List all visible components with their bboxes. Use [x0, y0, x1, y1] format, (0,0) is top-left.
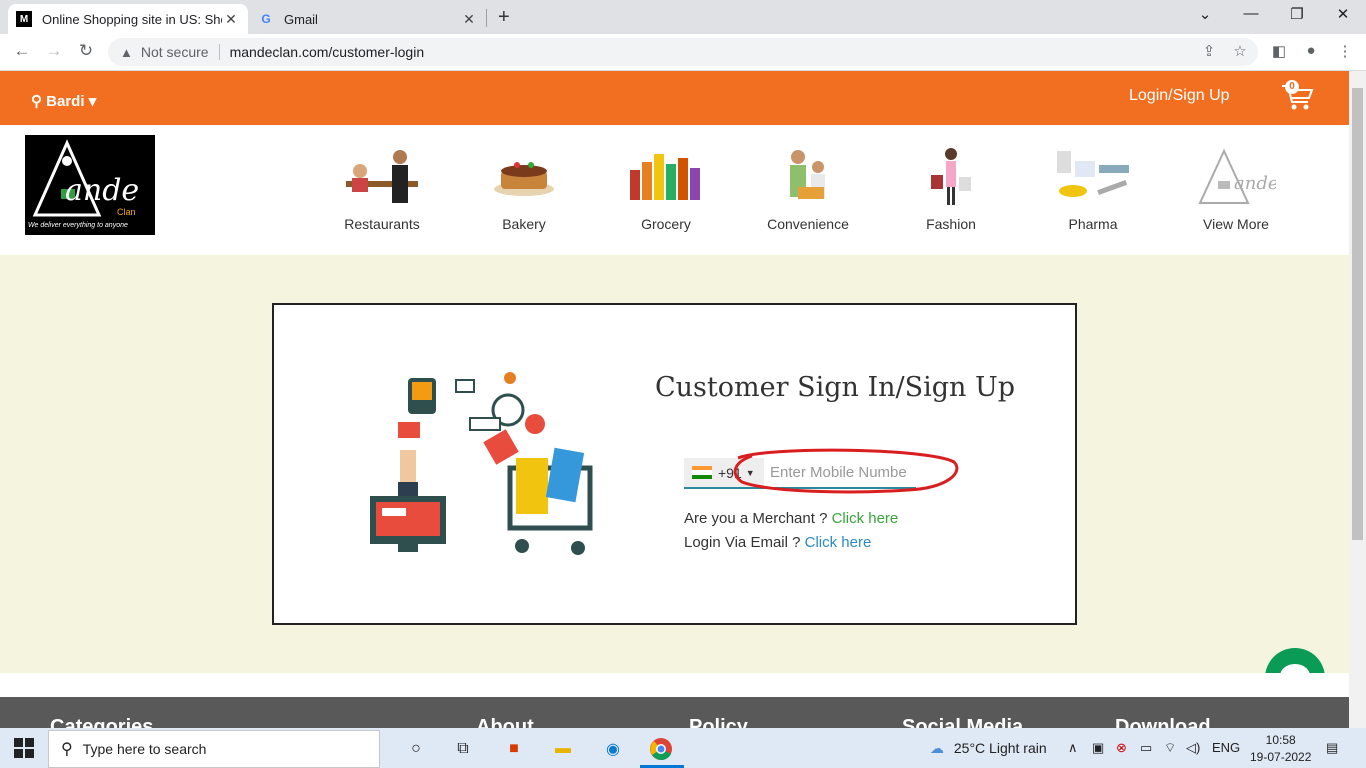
rain-cloud-icon: ☁ [930, 740, 944, 756]
category-label: Convenience [767, 216, 849, 232]
bakery-image [469, 140, 579, 212]
category-grocery[interactable]: Grocery [611, 140, 721, 232]
menu-dots-icon[interactable]: ⋮ [1334, 42, 1356, 60]
restaurants-image [327, 140, 437, 212]
location-label: Bardi [46, 93, 85, 110]
task-view-icon[interactable]: ⧉ [450, 736, 476, 762]
minimize-button[interactable]: — [1228, 5, 1274, 22]
search-icon: ⚲ [61, 741, 73, 758]
taskbar-search-box[interactable]: ⚲ Type here to search [48, 730, 380, 768]
reload-icon[interactable]: ↻ [74, 41, 98, 61]
view-more-logo-image: ande [1181, 140, 1291, 212]
logo-wordmark: ande [65, 173, 140, 208]
location-selector[interactable]: ⚲ Bardi ▾ [31, 92, 96, 110]
close-tab-icon[interactable]: ✕ [460, 11, 478, 28]
category-bakery[interactable]: Bakery [469, 140, 579, 232]
meet-icon[interactable]: ▣ [1092, 740, 1104, 756]
weather-widget[interactable]: ☁ 25°C Light rain [930, 740, 1047, 757]
convenience-image [753, 140, 863, 212]
svg-text:ande: ande [1234, 173, 1276, 194]
security-text: Not secure [140, 44, 209, 60]
bookmark-star-icon[interactable]: ☆ [1229, 42, 1251, 60]
tab-title: Online Shopping site in US: Shop [42, 11, 222, 27]
category-label: Restaurants [344, 216, 420, 232]
forward-icon[interactable]: → [42, 41, 66, 61]
share-icon[interactable]: ⇪ [1198, 42, 1220, 60]
search-placeholder: Type here to search [82, 741, 207, 757]
category-label: Pharma [1068, 216, 1118, 232]
language-indicator[interactable]: ENG [1212, 740, 1240, 755]
logo-clan: Clan [117, 207, 136, 217]
login-signup-link[interactable]: Login/Sign Up [1129, 87, 1230, 105]
logo-tagline: We deliver everything to anyone [28, 222, 128, 229]
notification-center-icon[interactable]: ▤ [1326, 740, 1338, 756]
india-flag-icon [692, 466, 712, 479]
google-favicon-icon: G [261, 12, 271, 26]
battery-icon[interactable]: ▭ [1140, 740, 1152, 756]
file-explorer-icon[interactable]: ▬ [550, 736, 576, 762]
email-login-text: Login Via Email ? [684, 534, 805, 551]
page-title: Customer Sign In/Sign Up [655, 372, 1016, 403]
chevron-down-icon: ▾ [88, 93, 97, 110]
category-label: Grocery [641, 216, 691, 232]
tab-title: Gmail [284, 11, 318, 27]
merchant-prompt: Are you a Merchant ? Click here [684, 510, 898, 527]
url-text: mandeclan.com/customer-login [229, 44, 425, 60]
close-window-button[interactable]: ✕ [1320, 5, 1366, 23]
show-hidden-icons-icon[interactable]: ∧ [1068, 740, 1078, 756]
fashion-image [896, 140, 1006, 212]
tab-gmail[interactable]: G Gmail ✕ [250, 4, 486, 34]
category-convenience[interactable]: Convenience [753, 140, 863, 232]
divider [218, 44, 220, 60]
category-label: Fashion [926, 216, 976, 232]
shopping-illustration-image [370, 372, 593, 555]
office-icon[interactable]: ■ [501, 736, 527, 762]
map-pin-icon: ⚲ [31, 93, 42, 110]
wifi-icon[interactable]: ⌔ [1164, 740, 1176, 756]
category-view-more[interactable]: ande View More [1181, 140, 1291, 232]
chrome-icon[interactable] [648, 736, 674, 762]
edge-icon[interactable]: ◉ [600, 736, 626, 762]
weather-text: 25°C Light rain [953, 740, 1047, 756]
address-bar[interactable]: ▲ Not secure mandeclan.com/customer-logi… [108, 38, 1258, 66]
side-panel-icon[interactable]: ◧ [1268, 42, 1290, 60]
email-click-here-link[interactable]: Click here [805, 534, 872, 551]
cortana-icon[interactable]: ○ [403, 736, 429, 762]
network-error-icon[interactable]: ⊗ [1116, 740, 1127, 756]
category-restaurants[interactable]: Restaurants [327, 140, 437, 232]
tab-separator [486, 9, 487, 27]
close-tab-icon[interactable]: ✕ [222, 11, 240, 28]
tab-search-icon[interactable]: ⌄ [1182, 5, 1228, 23]
volume-icon[interactable]: ◁) [1186, 740, 1200, 756]
email-login-prompt: Login Via Email ? Click here [684, 534, 871, 551]
scrollbar-thumb[interactable] [1352, 88, 1363, 540]
new-tab-button[interactable]: + [498, 6, 510, 28]
clock-time: 10:58 [1265, 733, 1296, 747]
windows-start-icon[interactable] [14, 738, 34, 763]
cart-count-badge: 0 [1285, 80, 1299, 94]
restore-button[interactable]: ❐ [1274, 5, 1320, 23]
profile-avatar-icon[interactable]: ● [1300, 42, 1322, 59]
merchant-click-here-link[interactable]: Click here [832, 510, 899, 527]
merchant-text: Are you a Merchant ? [684, 510, 832, 527]
taskbar-clock[interactable]: 10:58 19-07-2022 [1250, 732, 1311, 766]
mande-favicon-icon: M [16, 11, 32, 27]
category-fashion[interactable]: Fashion [896, 140, 1006, 232]
category-label: Bakery [502, 216, 546, 232]
category-label: View More [1203, 216, 1269, 232]
mande-clan-logo[interactable]: ande Clan We deliver everything to anyon… [25, 135, 155, 235]
warning-icon: ▲ [120, 44, 133, 60]
pharma-image [1038, 140, 1148, 212]
footer-spacer [0, 673, 1349, 697]
tab-online-shopping[interactable]: M Online Shopping site in US: Shop ✕ [8, 4, 248, 34]
category-pharma[interactable]: Pharma [1038, 140, 1148, 232]
grocery-image [611, 140, 721, 212]
red-annotation-circle [733, 448, 959, 494]
clock-date: 19-07-2022 [1250, 750, 1312, 764]
back-icon[interactable]: ← [10, 41, 34, 61]
